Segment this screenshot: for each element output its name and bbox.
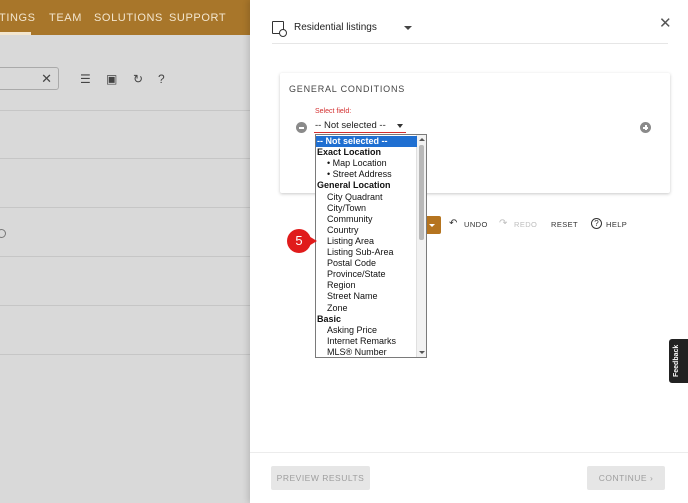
dropdown-scrollbar[interactable] <box>416 135 426 357</box>
redo-icon: ↷ <box>499 218 508 229</box>
footer-divider <box>250 452 688 453</box>
scrollbar-thumb[interactable] <box>419 145 424 240</box>
top-nav: TINGS TEAM SOLUTIONS SUPPORT <box>0 0 250 35</box>
listing-type-selector[interactable]: Residential listings <box>272 20 668 44</box>
select-field-options[interactable]: -- Not selected -- Exact Location • Map Lo… <box>315 134 427 358</box>
clear-icon[interactable]: ✕ <box>41 71 52 87</box>
dropdown-option[interactable]: • Street Address <box>316 169 417 180</box>
dropdown-option[interactable]: City Quadrant <box>316 192 417 203</box>
background-app: TINGS TEAM SOLUTIONS SUPPORT ✕ ☰ ▣ ↻ ? <box>0 0 250 503</box>
nav-item-team[interactable]: TEAM <box>49 12 82 24</box>
help-icon[interactable]: ? <box>591 218 602 229</box>
scroll-down-icon[interactable] <box>419 351 425 354</box>
dropdown-option[interactable]: Street Name <box>316 291 417 302</box>
redo-button: REDO <box>514 220 538 229</box>
dropdown-option[interactable]: Country <box>316 225 417 236</box>
dropdown-arrow-icon <box>397 124 403 128</box>
chevron-down-icon <box>404 26 412 30</box>
reset-button[interactable]: RESET <box>551 220 578 229</box>
select-field-value: -- Not selected -- <box>315 120 386 131</box>
feedback-label: Feedback <box>673 344 680 377</box>
info-icon <box>0 229 6 238</box>
undo-icon[interactable]: ↶ <box>449 218 457 229</box>
dropdown-option[interactable]: Listing Area <box>316 236 417 247</box>
chevron-right-icon: › <box>649 473 654 483</box>
step-pointer-arrow <box>307 235 317 247</box>
select-field-label: Select field: <box>315 108 352 115</box>
dropdown-option[interactable]: MLS® Number <box>316 347 417 357</box>
nav-item-solutions[interactable]: SOLUTIONS <box>94 12 163 24</box>
dropdown-option[interactable]: • Map Location <box>316 158 417 169</box>
option-group-label: General Location <box>317 180 391 191</box>
close-icon[interactable]: ✕ <box>659 14 672 32</box>
option-group-label: Exact Location <box>317 147 382 158</box>
dropdown-option[interactable]: Listing Sub-Area <box>316 247 417 258</box>
option-group-label: Basic <box>317 313 342 324</box>
dropdown-option[interactable]: Asking Price <box>316 325 417 336</box>
document-search-icon <box>272 21 287 37</box>
nav-item-listings[interactable]: TINGS <box>0 12 36 24</box>
dropdown-option[interactable]: Internet Remarks <box>316 336 417 347</box>
row-divider <box>0 110 250 111</box>
dropdown-option[interactable]: -- Not selected -- <box>316 136 417 147</box>
row-divider <box>0 256 250 257</box>
dropdown-option[interactable]: City/Town <box>316 203 417 214</box>
nav-active-indicator <box>0 32 31 35</box>
add-condition-icon[interactable] <box>640 122 651 133</box>
continue-button[interactable]: CONTINUE › <box>587 466 665 490</box>
row-divider <box>0 207 250 208</box>
dropdown-option[interactable]: Zone <box>316 303 417 314</box>
row-divider <box>0 305 250 306</box>
row-divider <box>0 354 250 355</box>
row-divider <box>0 158 250 159</box>
scroll-up-icon[interactable] <box>419 138 425 141</box>
section-heading: GENERAL CONDITIONS <box>289 84 406 94</box>
remove-condition-icon[interactable] <box>296 122 307 133</box>
preview-results-button[interactable]: PREVIEW RESULTS <box>271 466 370 490</box>
feedback-tab[interactable]: Feedback <box>669 339 688 383</box>
dropdown-option[interactable]: Postal Code <box>316 258 417 269</box>
background-search-input[interactable]: ✕ <box>0 67 59 90</box>
dropdown-option[interactable]: Region <box>316 280 417 291</box>
nav-item-support[interactable]: SUPPORT <box>169 12 226 24</box>
gallery-icon[interactable]: ▣ <box>106 72 117 86</box>
undo-button[interactable]: UNDO <box>464 220 488 229</box>
listing-type-label: Residential listings <box>294 22 377 33</box>
continue-label: CONTINUE <box>598 473 648 483</box>
help-circle-icon[interactable]: ? <box>158 72 165 86</box>
dropdown-option[interactable]: Community <box>316 214 417 225</box>
help-button[interactable]: HELP <box>606 220 627 229</box>
sort-icon[interactable]: ☰ <box>80 72 91 86</box>
refresh-icon[interactable]: ↻ <box>133 72 143 86</box>
dropdown-option[interactable]: Province/State <box>316 269 417 280</box>
select-field-dropdown[interactable]: -- Not selected -- <box>314 118 406 133</box>
